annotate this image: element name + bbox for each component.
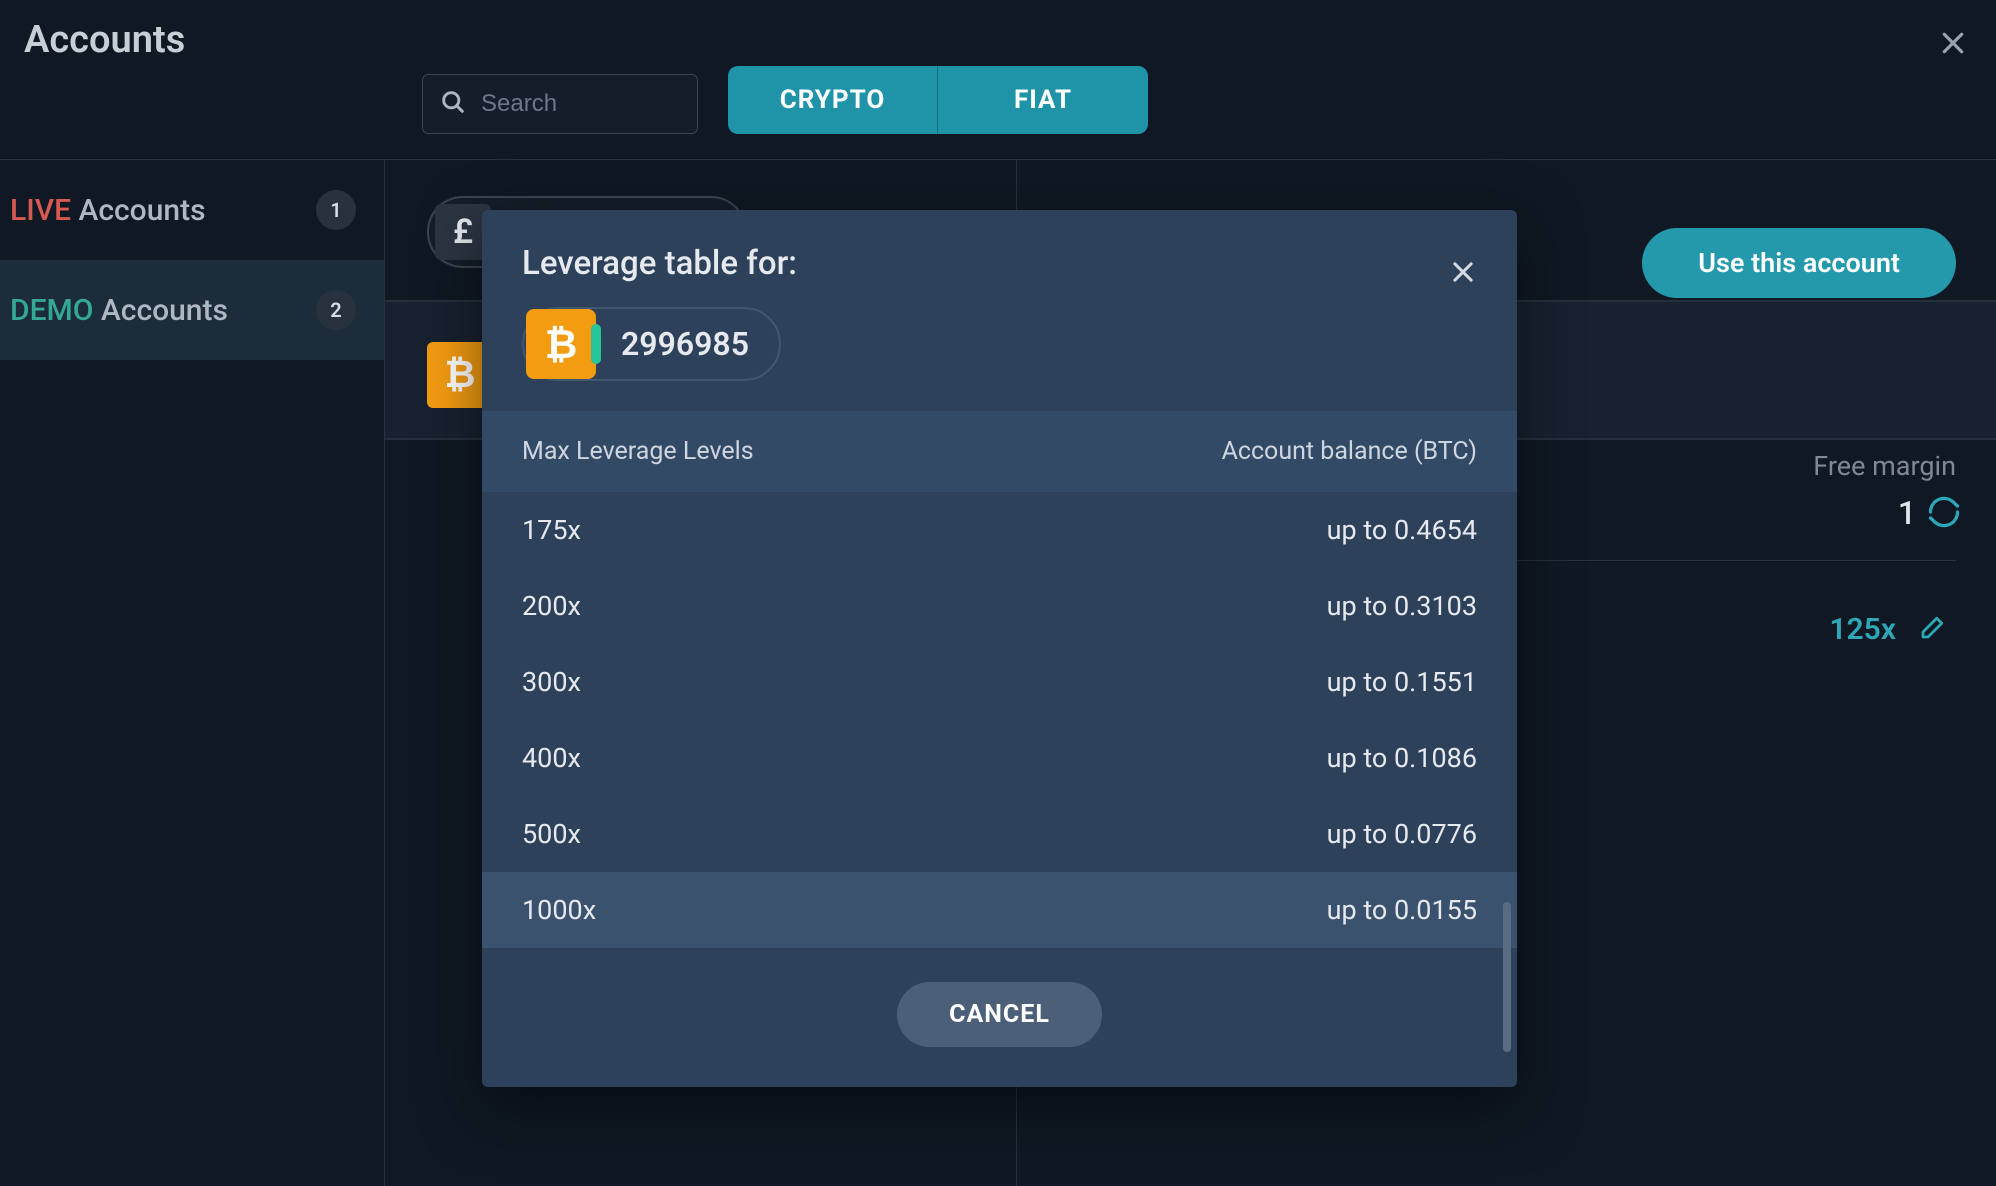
search-icon bbox=[439, 88, 481, 120]
balance-limit: up to 0.4654 bbox=[1327, 514, 1477, 546]
leverage-row[interactable]: 200x up to 0.3103 bbox=[482, 568, 1517, 644]
leverage-level: 400x bbox=[522, 742, 581, 774]
close-page-button[interactable] bbox=[1938, 28, 1968, 62]
status-indicator-icon bbox=[591, 324, 601, 364]
sidebar-item-demo[interactable]: DEMO Accounts 2 bbox=[0, 260, 384, 360]
free-margin-value: 1 bbox=[1898, 494, 1916, 532]
account-number: 2996985 bbox=[621, 325, 749, 363]
use-this-account-button[interactable]: Use this account bbox=[1642, 228, 1956, 298]
sidebar-item-label: DEMO Accounts bbox=[10, 293, 228, 328]
leverage-table-dialog: Leverage table for: ₿ 2996985 Max Levera… bbox=[482, 210, 1517, 1087]
demo-count-badge: 2 bbox=[316, 290, 356, 330]
sidebar-item-live[interactable]: LIVE Accounts 1 bbox=[0, 160, 384, 260]
dialog-footer: CANCEL bbox=[482, 948, 1517, 1087]
tab-fiat[interactable]: FIAT bbox=[938, 66, 1148, 134]
balance-limit: up to 0.0155 bbox=[1327, 894, 1477, 926]
balance-limit: up to 0.3103 bbox=[1327, 590, 1477, 622]
leverage-row[interactable]: 500x up to 0.0776 bbox=[482, 796, 1517, 872]
leverage-level: 200x bbox=[522, 590, 581, 622]
dialog-close-button[interactable] bbox=[1449, 258, 1477, 290]
dialog-account-chip: ₿ 2996985 bbox=[522, 307, 781, 381]
leverage-row[interactable]: 400x up to 0.1086 bbox=[482, 720, 1517, 796]
sidebar: LIVE Accounts 1 DEMO Accounts 2 bbox=[0, 160, 385, 1186]
dialog-header: Leverage table for: ₿ 2996985 bbox=[482, 210, 1517, 411]
bitcoin-icon: ₿ bbox=[526, 309, 596, 379]
cancel-button[interactable]: CANCEL bbox=[897, 982, 1102, 1047]
refresh-icon[interactable] bbox=[1926, 494, 1962, 534]
leverage-level: 500x bbox=[522, 818, 581, 850]
balance-limit: up to 0.1551 bbox=[1327, 666, 1477, 698]
page-title: Accounts bbox=[24, 18, 185, 62]
header-bar: Accounts CRYPTO FIAT bbox=[0, 0, 1996, 160]
leverage-row[interactable]: 1000x up to 0.0155 bbox=[482, 872, 1517, 948]
search-field-wrap[interactable] bbox=[422, 74, 698, 134]
dialog-title: Leverage table for: bbox=[522, 244, 1477, 283]
dialog-scrollbar[interactable] bbox=[1503, 902, 1511, 1052]
sidebar-item-label: LIVE Accounts bbox=[10, 193, 206, 228]
col-header-leverage: Max Leverage Levels bbox=[522, 437, 754, 466]
col-header-balance: Account balance (BTC) bbox=[1222, 437, 1477, 466]
dialog-rows: 175x up to 0.4654 200x up to 0.3103 300x… bbox=[482, 492, 1517, 948]
leverage-level: 300x bbox=[522, 666, 581, 698]
balance-limit: up to 0.1086 bbox=[1327, 742, 1477, 774]
dialog-table-header: Max Leverage Levels Account balance (BTC… bbox=[482, 411, 1517, 492]
live-count-badge: 1 bbox=[316, 190, 356, 230]
leverage-display: 125x bbox=[1829, 612, 1896, 647]
leverage-row[interactable]: 175x up to 0.4654 bbox=[482, 492, 1517, 568]
currency-type-tabs: CRYPTO FIAT bbox=[728, 66, 1148, 134]
leverage-level: 175x bbox=[522, 514, 581, 546]
leverage-level: 1000x bbox=[522, 894, 596, 926]
free-margin-label: Free margin bbox=[1813, 450, 1956, 482]
leverage-row[interactable]: 300x up to 0.1551 bbox=[482, 644, 1517, 720]
edit-leverage-icon[interactable] bbox=[1918, 612, 1948, 646]
tab-crypto[interactable]: CRYPTO bbox=[728, 66, 938, 134]
search-input[interactable] bbox=[481, 90, 681, 118]
balance-limit: up to 0.0776 bbox=[1327, 818, 1477, 850]
